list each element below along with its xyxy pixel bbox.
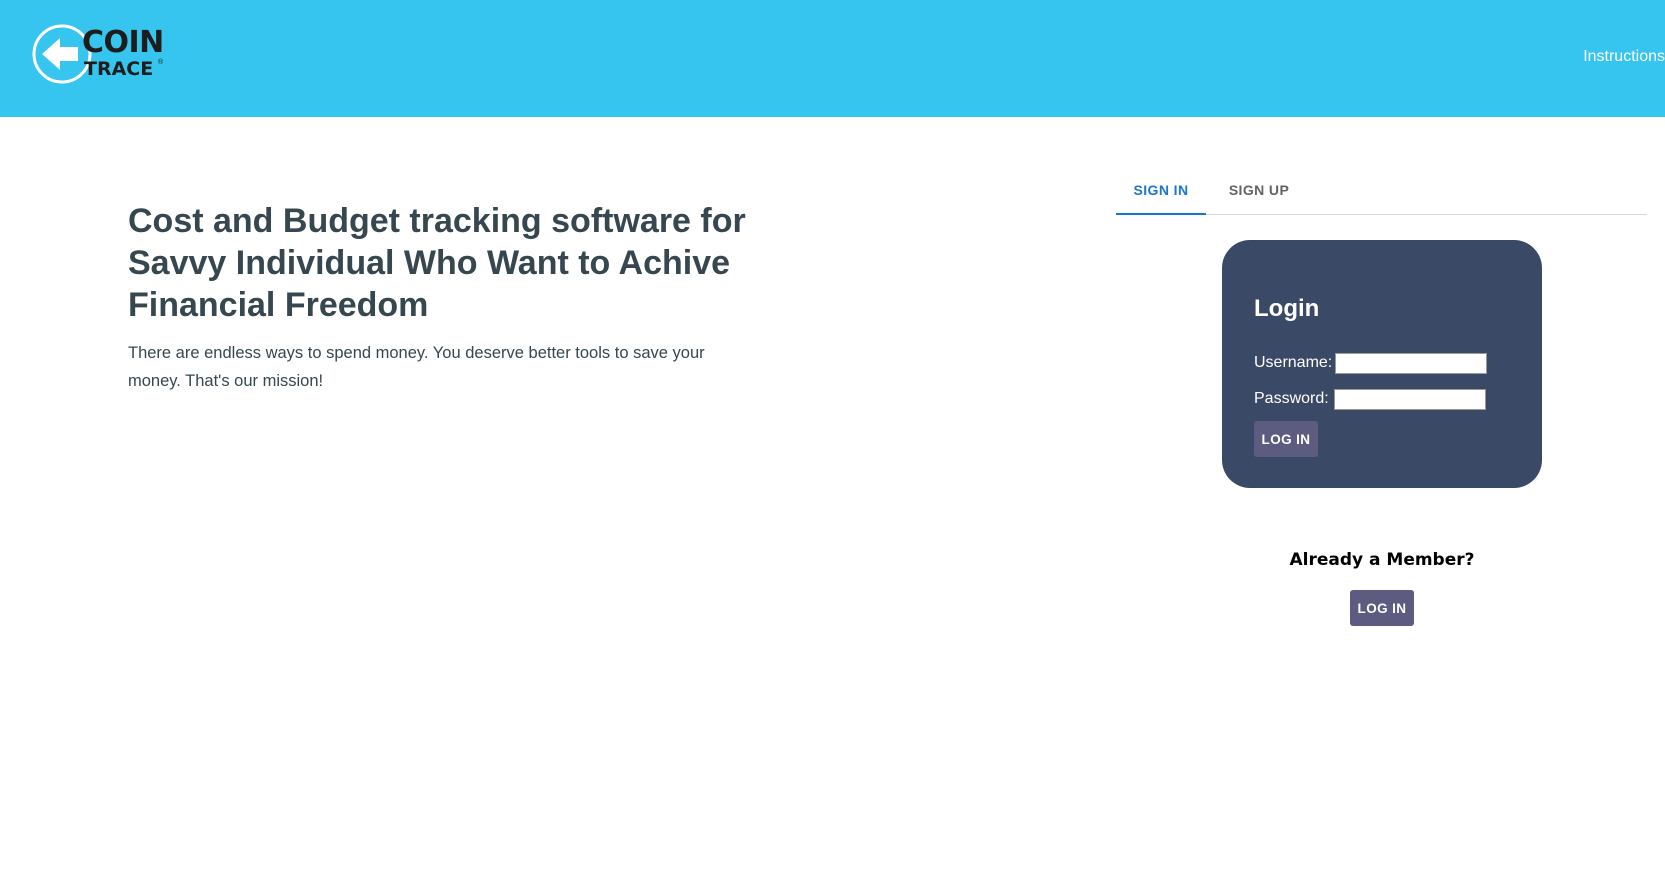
password-label: Password: bbox=[1254, 390, 1329, 407]
site-header: COIN TRACE ® Instructions bbox=[0, 0, 1665, 117]
tab-sign-up[interactable]: SIGN UP bbox=[1214, 166, 1304, 215]
logo-text-trace: TRACE bbox=[84, 58, 154, 80]
member-login-button[interactable]: LOG IN bbox=[1350, 590, 1414, 626]
hero-subtitle: There are endless ways to spend money. Y… bbox=[128, 344, 705, 390]
auth-tabs: SIGN IN SIGN UP bbox=[1116, 166, 1647, 215]
tab-sign-in[interactable]: SIGN IN bbox=[1116, 166, 1206, 215]
logo-registered-mark: ® bbox=[158, 59, 164, 66]
coin-trace-logo[interactable]: COIN TRACE ® bbox=[32, 20, 172, 88]
username-input[interactable] bbox=[1335, 353, 1487, 374]
login-title: Login bbox=[1254, 295, 1320, 322]
login-card: Login Username: Password: LOG IN bbox=[1222, 240, 1542, 488]
nav-link-instructions[interactable]: Instructions bbox=[1583, 47, 1665, 67]
logo-text-coin: COIN bbox=[82, 25, 164, 60]
username-label: Username: bbox=[1254, 354, 1333, 371]
password-input[interactable] bbox=[1334, 389, 1486, 410]
hero-title: Cost and Budget tracking software for Sa… bbox=[128, 202, 746, 324]
login-button[interactable]: LOG IN bbox=[1254, 421, 1318, 457]
already-member-text: Already a Member? bbox=[1289, 550, 1475, 570]
